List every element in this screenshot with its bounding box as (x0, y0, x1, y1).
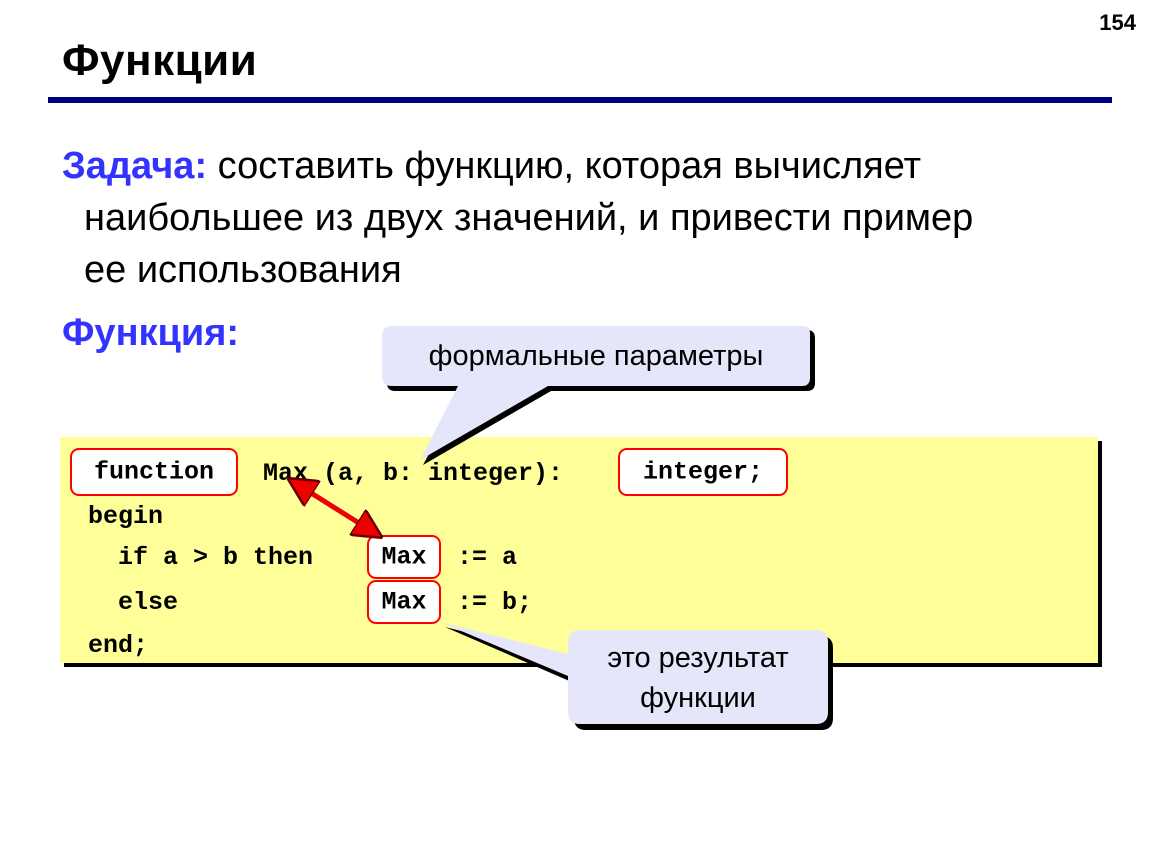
double-arrow-icon (300, 486, 370, 530)
callout-result-line1: это результат (607, 642, 789, 674)
callout-formal-params-text: формальные параметры (428, 340, 764, 372)
callout-result-line2: функции (640, 682, 756, 714)
callout-result-text: это результат функции (568, 638, 828, 718)
annotations-layer (0, 326, 833, 730)
